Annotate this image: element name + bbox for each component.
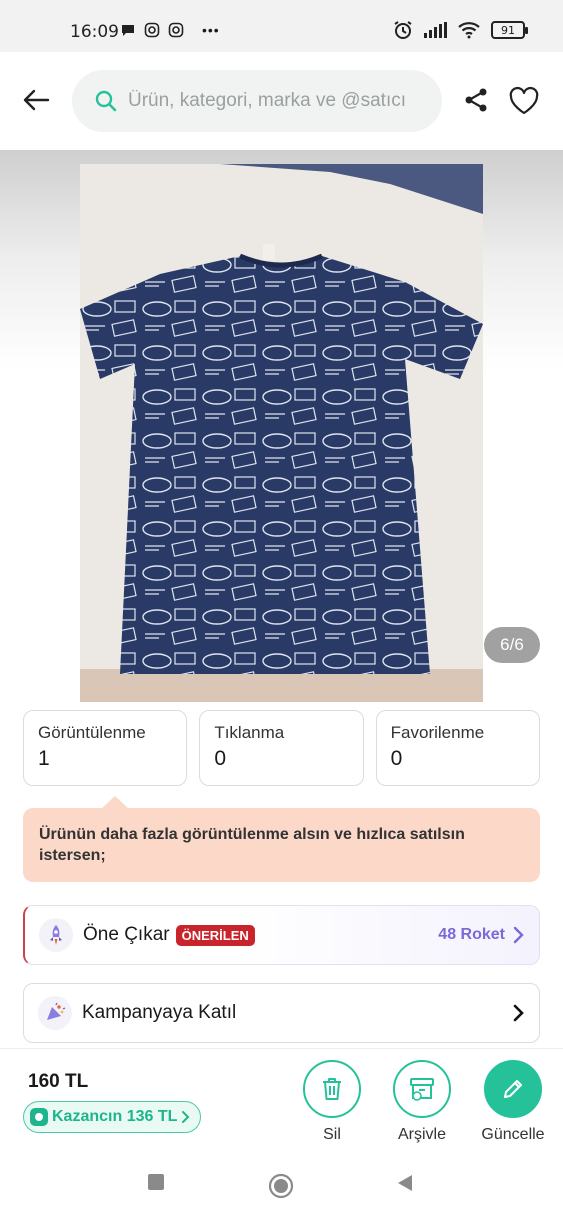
promo-message: Ürünün daha fazla görüntülenme alsın ve …	[23, 796, 540, 882]
update-action[interactable]: Güncelle	[473, 1060, 553, 1144]
back-button[interactable]	[20, 84, 52, 116]
favorite-button[interactable]	[508, 86, 540, 116]
tshirt-image	[80, 164, 483, 702]
stat-value: 0	[390, 747, 403, 770]
instagram-icon	[168, 22, 184, 38]
rocket-icon	[39, 918, 73, 952]
campaign-label: Kampanyaya Katıl	[82, 1002, 237, 1023]
product-price: 160 TL	[28, 1071, 89, 1092]
heart-icon	[509, 86, 539, 115]
stat-label: Görüntülenme	[38, 723, 146, 742]
status-bar: 16:09 ••• 91	[0, 0, 563, 52]
triangle-back-icon	[398, 1175, 412, 1191]
share-icon	[465, 88, 487, 112]
home-button[interactable]	[268, 1173, 294, 1204]
top-bar: Ürün, kategori, marka ve @satıcı	[0, 52, 563, 150]
feature-label: Öne Çıkar	[83, 924, 170, 945]
update-label: Güncelle	[481, 1126, 545, 1143]
arrow-left-icon	[23, 89, 50, 111]
home-circle-icon	[268, 1173, 294, 1199]
wallet-icon	[30, 1108, 48, 1126]
stat-label: Favorilenme	[390, 723, 485, 742]
stat-views: Görüntülenme 1	[23, 710, 188, 786]
feature-product-row[interactable]: Öne Çıkar ÖNERİLEN 48 Roket	[23, 905, 540, 965]
instagram-icon	[144, 22, 160, 38]
system-icons: 91	[393, 20, 528, 40]
update-button[interactable]	[484, 1060, 542, 1118]
stat-clicks: Tıklanma 0	[199, 710, 364, 786]
system-nav-bar	[0, 1153, 563, 1219]
battery-icon: 91	[491, 21, 528, 39]
earnings-pill[interactable]: Kazancın 136 TL	[23, 1101, 202, 1133]
chat-bubble-icon	[122, 25, 134, 36]
product-gallery[interactable]: 6/6	[0, 150, 563, 702]
campaign-arrow-group	[513, 1004, 525, 1022]
square-icon	[148, 1174, 164, 1190]
archive-icon	[410, 1078, 434, 1101]
join-campaign-row[interactable]: Kampanyaya Katıl	[23, 983, 540, 1043]
roket-cost: 48 Roket	[438, 926, 505, 943]
stat-value: 0	[214, 747, 227, 770]
status-time: 16:09	[70, 22, 119, 42]
campaign-icon	[38, 996, 72, 1030]
search-icon	[95, 90, 117, 112]
archive-action[interactable]: Arşivle	[382, 1060, 462, 1144]
alarm-icon	[394, 21, 412, 39]
search-input[interactable]: Ürün, kategori, marka ve @satıcı	[72, 70, 442, 132]
chevron-right-icon	[182, 1111, 190, 1123]
notification-icons: •••	[120, 22, 220, 38]
stat-favorites: Favorilenme 0	[375, 710, 540, 786]
archive-label: Arşivle	[397, 1126, 446, 1143]
earnings-text: Kazancın 136 TL	[52, 1108, 178, 1125]
chevron-right-icon	[513, 1004, 524, 1022]
trash-icon	[323, 1078, 341, 1100]
system-back-button[interactable]	[396, 1173, 414, 1198]
signal-icon	[424, 22, 447, 38]
archive-button[interactable]	[393, 1060, 451, 1118]
chevron-right-icon	[513, 926, 524, 944]
stat-value: 1	[38, 747, 50, 770]
wifi-icon	[458, 22, 480, 39]
pencil-icon	[504, 1080, 522, 1098]
recommended-badge: ÖNERİLEN	[175, 924, 255, 946]
search-placeholder: Ürün, kategori, marka ve @satıcı	[128, 90, 406, 111]
bottom-action-bar: 160 TL Kazancın 136 TL Sil Arşivle Günce…	[0, 1048, 563, 1153]
feature-cost-group: 48 Roket	[438, 926, 525, 944]
delete-button[interactable]	[303, 1060, 361, 1118]
battery-level: 91	[501, 23, 515, 37]
stats-row: Görüntülenme 1 Tıklanma 0 Favorilenme 0	[23, 710, 540, 786]
delete-label: Sil	[323, 1126, 341, 1143]
share-button[interactable]	[462, 86, 490, 114]
photo-counter: 6/6	[484, 627, 540, 663]
recent-apps-button[interactable]	[147, 1173, 165, 1196]
stat-label: Tıklanma	[214, 723, 285, 742]
more-notifications-icon: •••	[202, 22, 220, 38]
delete-action[interactable]: Sil	[292, 1060, 372, 1144]
product-photo[interactable]	[80, 164, 483, 702]
